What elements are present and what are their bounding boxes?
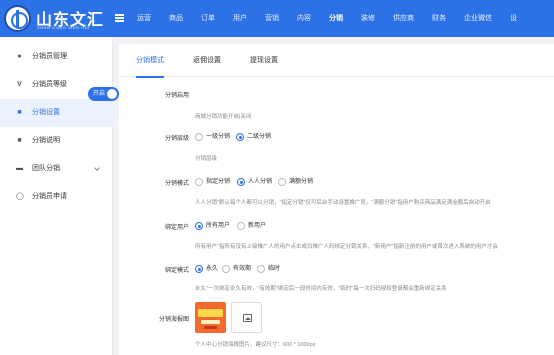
top-navbar: 山东文汇 SHAN DONG WEN HUI 运营 商品 订单 用户 营销 内容… bbox=[0, 0, 554, 37]
v-level-icon: V bbox=[17, 81, 22, 88]
nav-item-operations[interactable]: 运营 bbox=[128, 0, 160, 37]
radio-label: 有效期 bbox=[233, 266, 252, 272]
radio-dot bbox=[195, 178, 203, 186]
nav-item-users[interactable]: 用户 bbox=[224, 0, 256, 37]
level-hint: 分销层级 bbox=[195, 156, 218, 162]
brand-subtitle: SHAN DONG WEN HUI bbox=[37, 25, 90, 30]
radio-dot bbox=[195, 133, 203, 141]
radio-label: 满额分销 bbox=[289, 179, 314, 185]
top-nav: 运营 商品 订单 用户 营销 内容 分销 装修 供应商 财务 企业微信 设 bbox=[128, 0, 526, 37]
sidebar-item-label: 分销员等级 bbox=[32, 81, 67, 88]
enable-hint: 商城分销功能开启|关闭 bbox=[195, 114, 252, 120]
radio-dot bbox=[236, 133, 244, 141]
image-upload-icon bbox=[243, 314, 252, 322]
brand-logo[interactable]: 山东文汇 SHAN DONG WEN HUI bbox=[4, 4, 108, 33]
radio-label: 新用户 bbox=[248, 223, 267, 229]
nav-item-marketing[interactable]: 营销 bbox=[256, 0, 288, 37]
switch-text: 开启 bbox=[93, 91, 106, 97]
radio-dot bbox=[222, 265, 230, 273]
tab-bar: 分销模式 返佣设置 提现设置 bbox=[119, 44, 554, 78]
radio-label: 永久 bbox=[206, 266, 219, 272]
bind-mode-hint: 永久"一次绑定永久有效，"有效期"绑定后一段时间内有效，"临时"每一次扫码授权登… bbox=[195, 286, 447, 292]
radio-label: 所有用户 bbox=[206, 223, 231, 229]
nav-item-products[interactable]: 商品 bbox=[160, 0, 192, 37]
radio-dot bbox=[278, 178, 286, 186]
radio-dot bbox=[195, 222, 203, 230]
mode-hint: 人人分销"默认每个人都可以分销，"指定分销"仅可后台手动设置推广员，"满额分销"… bbox=[195, 200, 491, 206]
sidebar-item-label: 分销说明 bbox=[32, 137, 60, 144]
sidebar-item-team-distribution[interactable]: ▬ 团队分销 bbox=[0, 155, 113, 183]
mode-label: 分销模式 bbox=[164, 181, 189, 187]
poster-upload-button[interactable] bbox=[231, 302, 262, 333]
radio-dot bbox=[195, 265, 203, 273]
tab-withdrawal-settings[interactable]: 提现设置 bbox=[250, 44, 278, 77]
shield-icon: ◯ bbox=[16, 193, 24, 200]
radio-label: 临时 bbox=[268, 266, 281, 272]
nav-item-distribution[interactable]: 分销 bbox=[320, 0, 352, 37]
sidebar-item-distribution-settings[interactable]: ■ 分销设置 bbox=[0, 99, 113, 127]
brand-emblem-icon bbox=[4, 5, 31, 32]
app-root: 山东文汇 SHAN DONG WEN HUI 运营 商品 订单 用户 营销 内容… bbox=[0, 0, 554, 355]
tab-distribution-mode[interactable]: 分销模式 bbox=[136, 44, 164, 78]
bind-user-hint: 所有用户"指所有没有上级推广人的用户点击或扫推广人码绑定分销关系，"新用户"指新… bbox=[195, 244, 498, 250]
radio-label: 二级分销 bbox=[247, 134, 272, 140]
nav-item-decoration[interactable]: 装修 bbox=[352, 0, 384, 37]
radio-dot bbox=[237, 222, 245, 230]
bind-user-label: 绑定用户 bbox=[164, 225, 189, 231]
radio-label: 一级分销 bbox=[206, 134, 231, 140]
team-icon: ▬ bbox=[16, 165, 23, 172]
level-label: 分销层级 bbox=[164, 136, 189, 142]
poster-thumbnail[interactable] bbox=[195, 302, 226, 333]
nav-item-settings[interactable]: 设 bbox=[501, 0, 526, 37]
poster-label: 分销海报图 bbox=[158, 317, 189, 323]
nav-item-suppliers[interactable]: 供应商 bbox=[384, 0, 423, 37]
sidebar-item-label: 分销设置 bbox=[32, 109, 60, 116]
bind-mode-label: 绑定模式 bbox=[164, 268, 189, 274]
sidebar-item-label: 分销员申请 bbox=[32, 193, 67, 200]
nav-item-orders[interactable]: 订单 bbox=[192, 0, 224, 37]
sidebar-item-distributor-application[interactable]: ◯ 分销员申请 bbox=[0, 183, 113, 211]
person-icon: ● bbox=[17, 53, 22, 60]
chevron-down-icon bbox=[94, 165, 100, 171]
nav-item-finance[interactable]: 财务 bbox=[423, 0, 455, 37]
radio-label: 指定分销 bbox=[206, 179, 231, 185]
enable-switch[interactable]: 开启 bbox=[88, 87, 119, 101]
sidebar-item-label: 团队分销 bbox=[32, 165, 60, 172]
switch-knob bbox=[107, 89, 117, 99]
nav-item-content[interactable]: 内容 bbox=[288, 0, 320, 37]
settings-icon: ■ bbox=[17, 109, 22, 116]
nav-item-wecom[interactable]: 企业微信 bbox=[455, 0, 501, 37]
document-icon: ■ bbox=[17, 137, 22, 144]
enable-label: 分销启用 bbox=[164, 93, 189, 99]
sidebar-item-distributor-management[interactable]: ● 分销员管理 bbox=[0, 43, 113, 71]
radio-label: 人人分销 bbox=[248, 179, 273, 185]
radio-dot bbox=[257, 265, 265, 273]
sidebar-item-distribution-description[interactable]: ■ 分销说明 bbox=[0, 127, 113, 155]
menu-toggle-icon[interactable] bbox=[115, 14, 124, 22]
sidebar: ● 分销员管理 V 分销员等级 ■ 分销设置 ■ 分销说明 ▬ 团队分销 ◯ 分… bbox=[0, 37, 113, 355]
tab-commission-settings[interactable]: 返佣设置 bbox=[193, 44, 221, 77]
poster-hint: 个人中心分销海报图片，建议尺寸：600 * 1000px bbox=[195, 342, 316, 348]
sidebar-item-label: 分销员管理 bbox=[32, 53, 67, 60]
radio-dot bbox=[237, 178, 245, 186]
